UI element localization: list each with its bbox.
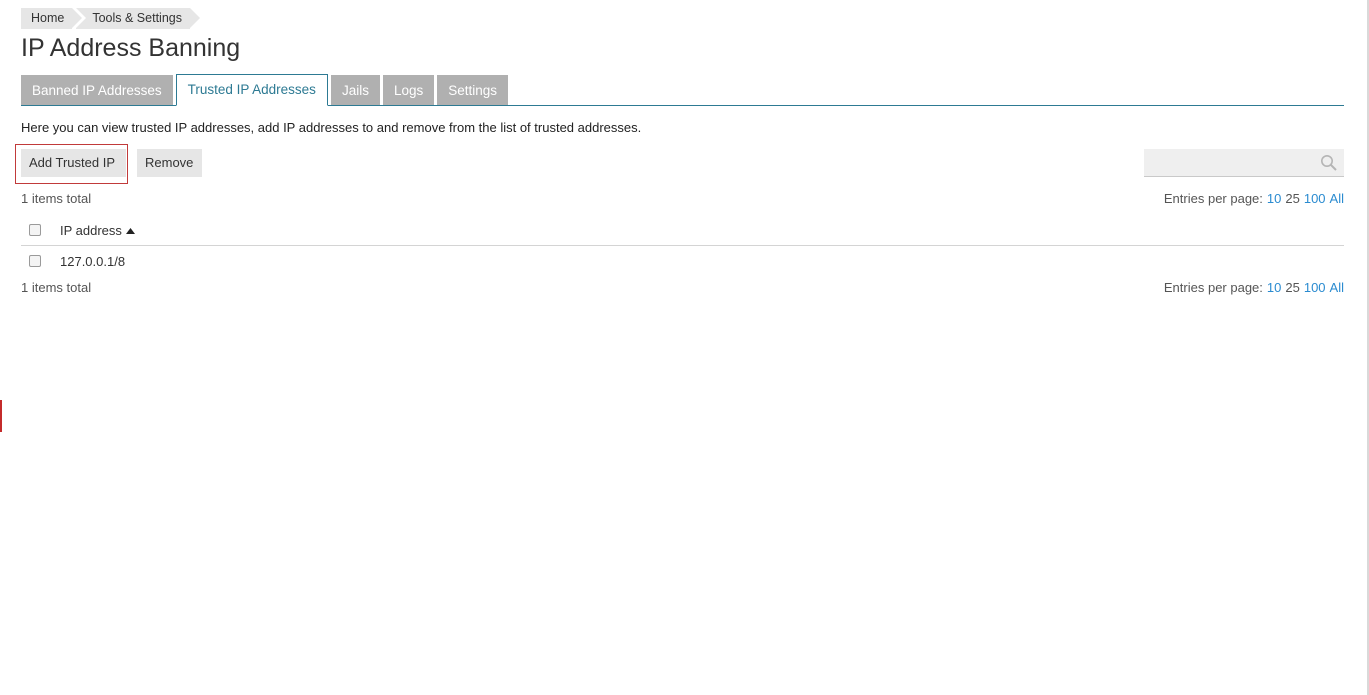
search-box	[1144, 149, 1344, 177]
row-checkbox[interactable]	[29, 255, 41, 267]
entries-per-page-label: Entries per page:	[1163, 191, 1263, 206]
breadcrumb-home[interactable]: Home	[21, 8, 83, 29]
select-all-checkbox[interactable]	[29, 224, 41, 236]
breadcrumb: Home Tools & Settings	[21, 8, 200, 29]
table-header: IP address	[21, 215, 1344, 246]
search-icon[interactable]	[1320, 154, 1338, 172]
ip-address-cell: 127.0.0.1/8	[60, 254, 126, 269]
page-size-100[interactable]: 100	[1304, 191, 1326, 206]
breadcrumb-tools-settings[interactable]: Tools & Settings	[76, 8, 200, 29]
tab-trusted-ip-addresses[interactable]: Trusted IP Addresses	[175, 74, 328, 106]
column-header-label: IP address	[60, 223, 122, 238]
page-size-all[interactable]: All	[1330, 280, 1344, 295]
search-input[interactable]	[1144, 149, 1314, 176]
entries-per-page-top: Entries per page: 10 25 100 All	[1164, 191, 1344, 206]
tab-jails[interactable]: Jails	[330, 75, 380, 105]
tab-bar: Banned IP Addresses Trusted IP Addresses…	[21, 74, 1344, 106]
page-description: Here you can view trusted IP addresses, …	[21, 120, 642, 135]
tab-settings[interactable]: Settings	[437, 75, 509, 105]
items-total-bottom: 1 items total	[21, 280, 92, 295]
entries-per-page-label: Entries per page:	[1163, 280, 1263, 295]
page-size-10[interactable]: 10	[1267, 280, 1281, 295]
page-size-25-current: 25	[1285, 191, 1300, 206]
column-header-ip-address[interactable]: IP address	[60, 223, 135, 238]
items-total-top: 1 items total	[21, 191, 92, 206]
table-row: 127.0.0.1/8	[21, 247, 1344, 277]
add-trusted-ip-button[interactable]: Add Trusted IP	[21, 149, 126, 177]
left-edge-indicator	[0, 400, 2, 432]
remove-button[interactable]: Remove	[137, 149, 202, 177]
page-size-100[interactable]: 100	[1304, 280, 1326, 295]
page-size-10[interactable]: 10	[1267, 191, 1281, 206]
page-title: IP Address Banning	[21, 34, 241, 62]
tab-banned-ip-addresses[interactable]: Banned IP Addresses	[21, 75, 173, 105]
tab-logs[interactable]: Logs	[382, 75, 435, 105]
page-size-25-current: 25	[1285, 280, 1300, 295]
entries-per-page-bottom: Entries per page: 10 25 100 All	[1164, 280, 1344, 295]
sort-ascending-icon	[125, 227, 135, 234]
page-size-all[interactable]: All	[1330, 191, 1344, 206]
